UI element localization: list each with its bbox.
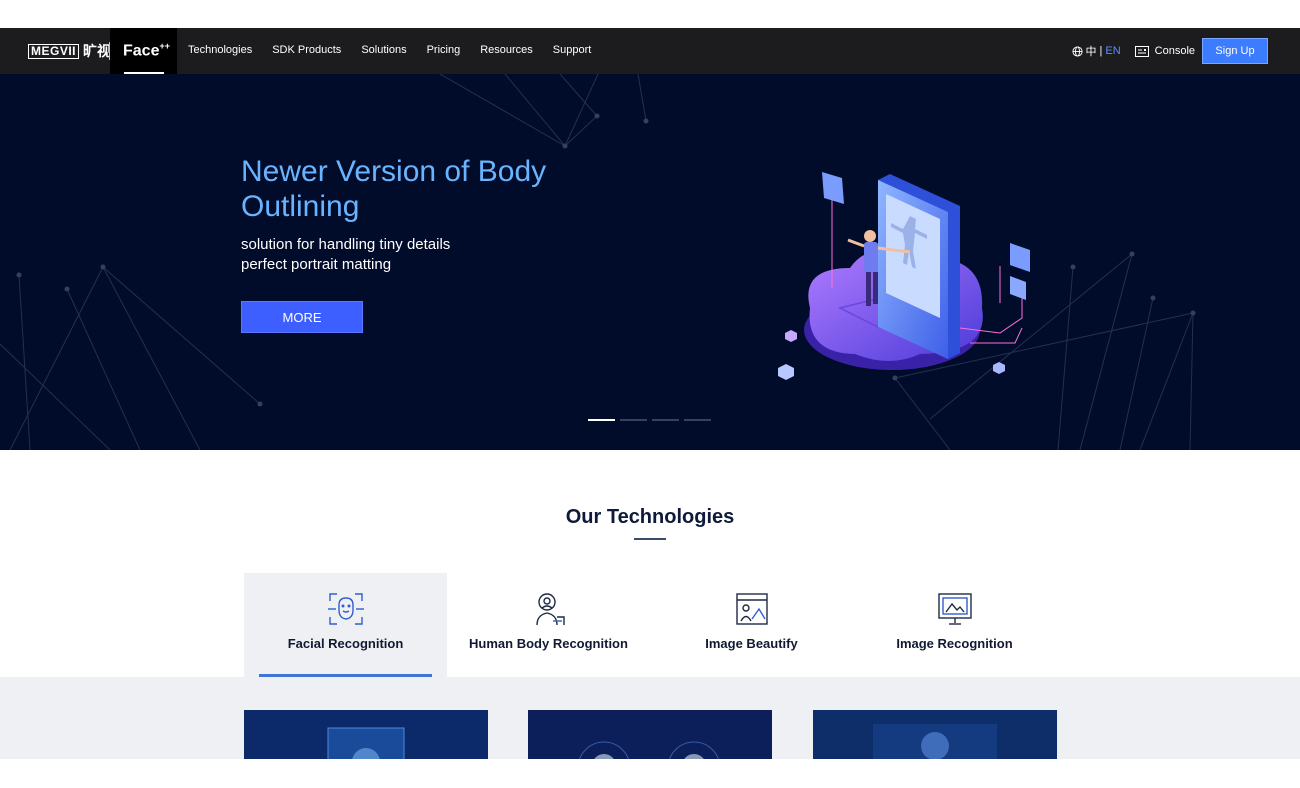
console-label: Console <box>1154 45 1195 57</box>
tab-facial-recognition[interactable]: Facial Recognition <box>244 573 447 677</box>
body-scan-icon <box>536 593 565 626</box>
body-outlining-illustration <box>778 172 1030 380</box>
nav-resources[interactable]: Resources <box>470 44 543 56</box>
tab-image-beautify[interactable]: Image Beautify <box>650 573 853 677</box>
console-icon <box>1134 45 1149 57</box>
carousel-indicators <box>588 419 711 421</box>
carousel-dot-1[interactable] <box>588 419 615 421</box>
tab-label: Image Recognition <box>896 636 1013 651</box>
faceplusplus-logo-text: Face++ <box>123 41 170 60</box>
hero-banner: Newer Version of Body Outlining solution… <box>0 74 1300 450</box>
heading-underline <box>634 538 666 540</box>
lang-en[interactable]: EN <box>1105 45 1120 57</box>
tab-label: Facial Recognition <box>287 636 404 651</box>
tech-card-face-comparing[interactable] <box>528 710 772 759</box>
nav-technologies[interactable]: Technologies <box>178 44 262 56</box>
face-detection-thumbnail <box>244 710 488 759</box>
sign-up-button[interactable]: Sign Up <box>1202 38 1268 64</box>
technologies-heading: Our Technologies <box>565 506 735 528</box>
hero-background-lines <box>0 74 1196 450</box>
nav-pricing[interactable]: Pricing <box>417 44 471 56</box>
face-analysis-thumbnail <box>813 710 1057 759</box>
tab-label: Image Beautify <box>705 636 798 651</box>
nav-sdk-products[interactable]: SDK Products <box>262 44 351 56</box>
carousel-dot-4[interactable] <box>684 419 711 421</box>
tab-human-body-recognition[interactable]: Human Body Recognition <box>447 573 650 677</box>
tab-image-recognition[interactable]: Image Recognition <box>853 573 1056 677</box>
tab-label: Human Body Recognition <box>469 636 628 651</box>
hero-more-button[interactable]: MORE <box>241 301 363 333</box>
globe-icon <box>1071 45 1083 57</box>
tech-card-face-analysis[interactable] <box>813 710 1057 759</box>
nav-solutions[interactable]: Solutions <box>351 44 416 56</box>
face-comparing-thumbnail <box>528 710 772 759</box>
product-sup: ++ <box>159 41 170 51</box>
carousel-dot-3[interactable] <box>652 419 679 421</box>
main-nav: Technologies SDK Products Solutions Pric… <box>178 28 601 74</box>
carousel-dot-2[interactable] <box>620 419 647 421</box>
image-recognition-icon <box>938 593 972 625</box>
image-beautify-icon <box>736 593 768 625</box>
header-actions: 中 | EN Console Sign Up <box>1071 28 1268 74</box>
top-nav-bar: MEGVII 旷视 Face++ Technologies SDK Produc… <box>0 28 1300 74</box>
product-name: Face <box>123 42 160 60</box>
tech-card-face-detection[interactable] <box>244 710 488 759</box>
lang-separator: | <box>1099 45 1103 57</box>
page: MEGVII 旷视 Face++ Technologies SDK Produc… <box>0 28 1300 759</box>
nav-support[interactable]: Support <box>543 44 602 56</box>
console-link[interactable]: Console <box>1134 45 1195 57</box>
language-switcher[interactable]: 中 | EN <box>1071 43 1121 59</box>
megvii-logo[interactable]: MEGVII 旷视 <box>28 43 111 59</box>
faceplusplus-logo[interactable]: Face++ <box>110 28 177 74</box>
hero-title: Newer Version of Body Outlining <box>241 155 547 223</box>
lang-cn[interactable]: 中 <box>1086 43 1097 59</box>
megvii-logo-cn: 旷视 <box>83 43 112 59</box>
technology-tabs: Facial Recognition Human Body Recognitio… <box>244 573 1056 677</box>
hero-subtitle: solution for handling tiny details perfe… <box>241 236 451 273</box>
megvii-logo-text: MEGVII <box>28 43 80 59</box>
face-scan-icon <box>328 593 364 625</box>
active-tab-indicator <box>259 674 432 677</box>
